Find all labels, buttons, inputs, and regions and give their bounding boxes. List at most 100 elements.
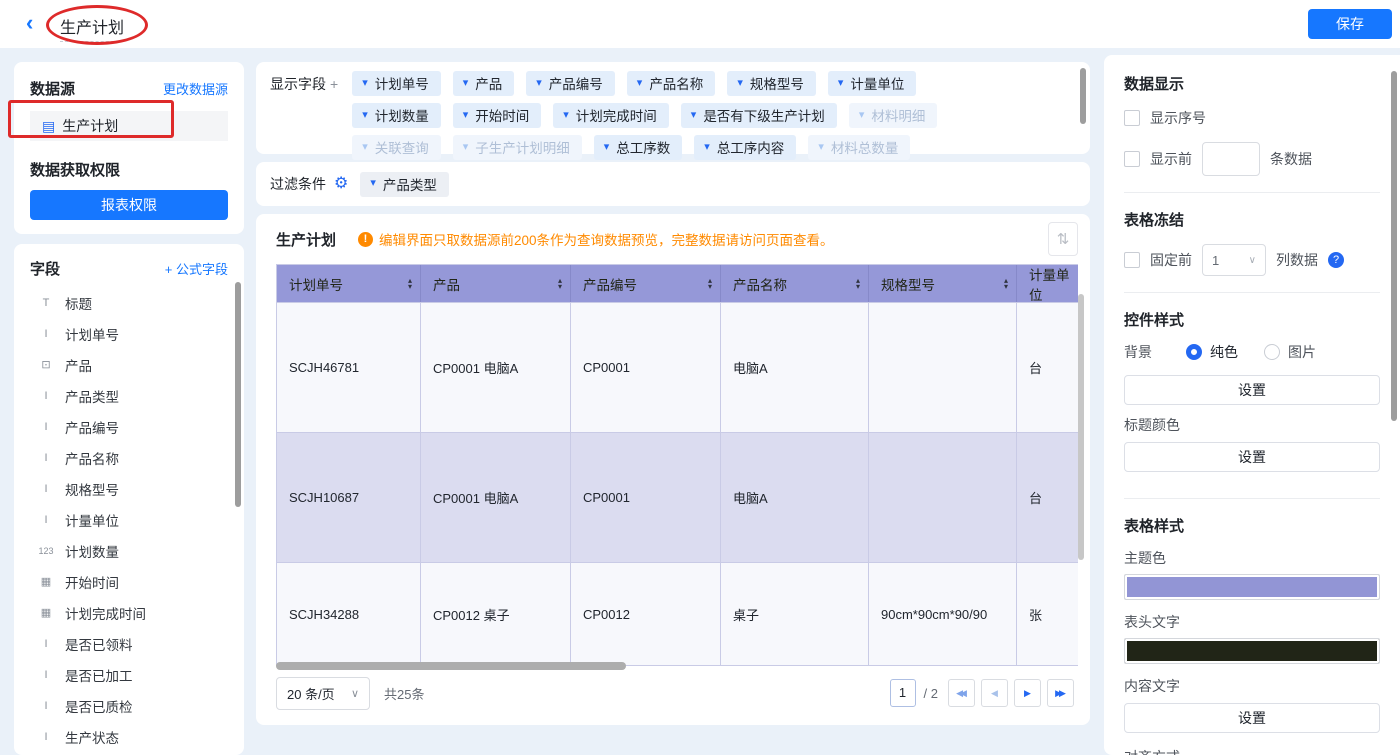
display-field-tag[interactable]: ▾规格型号 [727,71,816,96]
last-page-button[interactable]: ▶▶ [1047,679,1074,707]
display-field-tag[interactable]: ▾是否有下级生产计划 [681,103,837,128]
filter-label: 过滤条件 [270,174,326,194]
sort-icon[interactable]: ⇅ [1048,222,1078,256]
display-field-tag-disabled[interactable]: ▾子生产计划明细 [453,135,582,160]
tag-label: 产品编号 [549,73,603,93]
display-field-tag[interactable]: ▾计量单位 [828,71,917,96]
freeze-title: 表格冻结 [1124,209,1380,230]
display-field-tag[interactable]: ▾总工序数 [594,135,683,160]
back-icon[interactable]: ‹ [26,10,33,36]
column-header[interactable]: 产品▴▾ [421,265,571,302]
display-field-tag[interactable]: ▾开始时间 [453,103,542,128]
field-item[interactable]: ⊡产品 [30,349,228,380]
page-size-select[interactable]: 20 条/页 ∨ [276,677,370,710]
table-header-row: 计划单号▴▾ 产品▴▾ 产品编号 ▴▾ 产品名称▴▾ 规格型号▴▾ 计量单位 [277,265,1078,302]
row-limit-input[interactable] [1202,142,1260,176]
table-row[interactable]: SCJH46781 CP0001 电脑A CP0001 电脑A 台 [277,302,1078,432]
field-item[interactable]: I产品名称 [30,442,228,473]
field-item[interactable]: ▦开始时间 [30,566,228,597]
display-field-tag[interactable]: ▾计划完成时间 [553,103,669,128]
checkbox-show-first[interactable] [1124,151,1140,167]
settings-panel: 数据显示 显示序号 显示前 条数据 表格冻结 固定前 1 ∨ 列数据 ? 控件样… [1104,55,1400,755]
horizontal-scrollbar-thumb[interactable] [276,662,626,670]
field-item[interactable]: 123计划数量 [30,535,228,566]
column-label: 产品编号 [583,274,637,294]
field-item[interactable]: I是否已质检 [30,690,228,721]
column-sort-icon[interactable]: ▴▾ [408,278,412,290]
report-permission-button[interactable]: 报表权限 [30,190,228,220]
column-sort-icon[interactable]: ▴▾ [708,278,712,290]
field-item[interactable]: I计划单号 [30,318,228,349]
datasource-item[interactable]: ▤ 生产计划 [30,111,228,141]
field-item[interactable]: I产品类型 [30,380,228,411]
background-set-button[interactable]: 设置 [1124,375,1380,405]
display-field-tag[interactable]: ▾产品名称 [627,71,716,96]
chevron-down-icon: ▾ [838,78,844,89]
header-text-swatch[interactable] [1124,638,1380,664]
prev-page-button[interactable]: ◀ [981,679,1008,707]
column-sort-icon[interactable]: ▴▾ [1004,278,1008,290]
help-icon[interactable]: ? [1328,252,1344,268]
display-field-tag[interactable]: ▾产品 [453,71,515,96]
column-header[interactable]: 产品名称▴▾ [721,265,869,302]
scrollbar-thumb[interactable] [1391,71,1397,421]
column-header[interactable]: 产品编号 ▴▾ [571,265,721,302]
field-item[interactable]: I生产状态 [30,721,228,752]
radio-image[interactable] [1264,344,1280,360]
theme-color-swatch[interactable] [1124,574,1380,600]
radio-solid-color[interactable] [1186,344,1202,360]
column-sort-icon[interactable]: ▴▾ [558,278,562,290]
gear-icon[interactable]: ⚙ [334,176,348,192]
tag-label: 关联查询 [375,137,429,157]
change-datasource-link[interactable]: 更改数据源 [163,79,228,98]
tag-label: 开始时间 [475,105,529,125]
field-item[interactable]: I规格型号 [30,473,228,504]
column-header[interactable]: 计划单号▴▾ [277,265,421,302]
warning-text: 编辑界面只取数据源前200条作为查询数据预览，完整数据请访问页面查看。 [379,229,834,249]
page-count: / 2 [924,686,938,701]
column-sort-icon[interactable]: ▴▾ [856,278,860,290]
add-formula-field-link[interactable]: + 公式字段 [165,259,228,278]
field-label: 产品 [65,355,92,375]
table-cell: 电脑A [721,302,869,432]
table-row[interactable]: SCJH10687 CP0001 电脑A CP0001 电脑A 台 [277,432,1078,562]
display-field-tag[interactable]: ▾总工序内容 [694,135,796,160]
next-page-button[interactable]: ▶ [1014,679,1041,707]
save-button[interactable]: 保存 [1308,9,1392,39]
text-field-icon: I [36,390,56,402]
display-field-tag-disabled[interactable]: ▾材料总数量 [808,135,910,160]
column-header[interactable]: 规格型号▴▾ [869,265,1017,302]
field-item[interactable]: ▦计划完成时间 [30,597,228,628]
field-item[interactable]: I是否已加工 [30,659,228,690]
field-label: 产品编号 [65,417,119,437]
date-field-icon: ▦ [36,575,56,588]
table-row[interactable]: SCJH34288 CP0012 桌子 CP0012 桌子 90cm*90cm*… [277,562,1078,665]
first-page-button[interactable]: ◀◀ [948,679,975,707]
checkbox-show-index[interactable] [1124,110,1140,126]
field-item[interactable]: I是否已领料 [30,628,228,659]
column-header[interactable]: 计量单位 [1017,265,1078,302]
vertical-scrollbar-thumb[interactable] [1078,294,1084,560]
content-text-set-button[interactable]: 设置 [1124,703,1380,733]
display-field-tag-disabled[interactable]: ▾关联查询 [352,135,441,160]
display-field-tag[interactable]: ▾计划单号 [352,71,441,96]
field-item[interactable]: T标题 [30,287,228,318]
field-label: 计量单位 [65,510,119,530]
checkbox-fix-columns[interactable] [1124,252,1140,268]
display-field-tag[interactable]: ▾计划数量 [352,103,441,128]
field-item[interactable]: I产品编号 [30,411,228,442]
datasource-title: 数据源 [30,78,75,99]
page-number-input[interactable]: 1 [890,679,916,707]
field-item[interactable]: I计量单位 [30,504,228,535]
preview-panel: 生产计划 ! 编辑界面只取数据源前200条作为查询数据预览，完整数据请访问页面查… [256,214,1090,725]
filter-tag[interactable]: ▾产品类型 [360,172,449,197]
number-field-icon: 123 [36,546,56,556]
display-field-tag[interactable]: ▾产品编号 [526,71,615,96]
scrollbar-thumb[interactable] [1080,68,1086,124]
title-color-set-button[interactable]: 设置 [1124,442,1380,472]
display-field-tag-disabled[interactable]: ▾材料明细 [849,103,938,128]
scrollbar-thumb[interactable] [235,282,241,507]
divider [1124,192,1380,193]
fix-count-select[interactable]: 1 ∨ [1202,244,1266,276]
add-display-field-icon[interactable]: + [330,76,338,92]
